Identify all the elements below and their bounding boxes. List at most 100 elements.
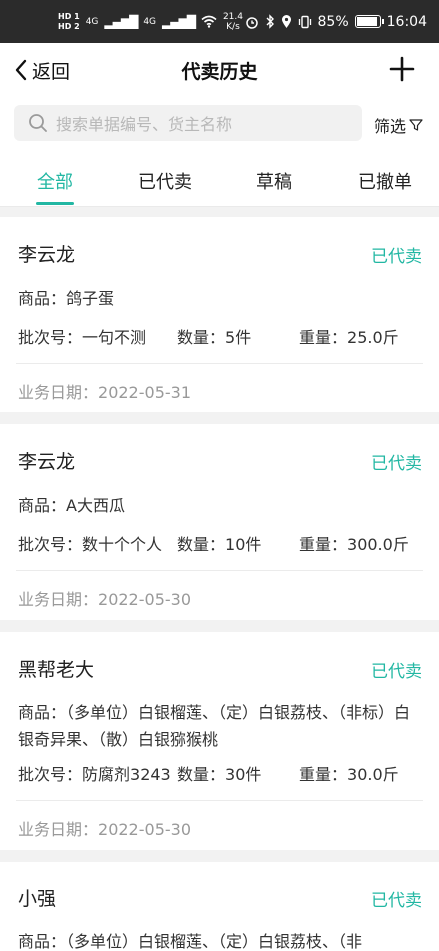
tab-draft[interactable]: 草稿 (256, 168, 292, 194)
weight-value: 300.0斤 (347, 535, 409, 554)
batch-value: 防腐剂3243 (82, 765, 171, 784)
status-left: HD 1 HD 2 4G ▂▄▆█ 4G ▂▄▆█ 21.4 K/s (58, 12, 243, 32)
qty-value: 10件 (225, 535, 262, 554)
add-button[interactable] (387, 54, 417, 84)
qty-value: 30件 (225, 765, 262, 784)
date-value: 2022-05-31 (98, 383, 191, 402)
product-value: 鸽子蛋 (66, 289, 115, 308)
qty-label: 数量： (177, 328, 226, 347)
batch-value: 数十个个人 (82, 535, 163, 554)
hd-indicator: HD 1 HD 2 (58, 12, 80, 32)
product-line: 商品：（多单位）白银榴莲、（定）白银荔枝、（非 (18, 928, 421, 951)
record-card[interactable]: 黑帮老大 已代卖 商品：（多单位）白银榴莲、（定）白银荔枝、（非标）白银奇异果、… (0, 632, 439, 850)
qty-line: 数量：30件 (177, 761, 261, 785)
product-label: 商品： (18, 496, 67, 515)
product-label: 商品： (18, 289, 67, 308)
status-badge: 已代卖 (371, 662, 422, 682)
product-line: 商品：鸽子蛋 (18, 285, 421, 312)
qty-line: 数量：5件 (177, 324, 251, 348)
date-line: 业务日期：2022-05-30 (18, 586, 191, 610)
chevron-left-icon (15, 59, 27, 81)
qty-value: 5件 (225, 328, 252, 347)
date-value: 2022-05-30 (98, 820, 191, 839)
search-row: 搜索单据编号、货主名称 筛选 (0, 97, 439, 151)
date-label: 业务日期： (18, 820, 99, 839)
location-icon (281, 15, 291, 28)
weight-value: 25.0斤 (347, 328, 399, 347)
search-icon (29, 114, 47, 132)
owner-name: 黑帮老大 (18, 659, 95, 681)
status-bar: HD 1 HD 2 4G ▂▄▆█ 4G ▂▄▆█ 21.4 K/s 85% 1… (0, 0, 439, 43)
owner-name: 小强 (18, 888, 57, 910)
wifi-icon (201, 15, 217, 28)
weight-label: 重量： (299, 535, 348, 554)
net-speed-value: 21.4 (222, 11, 243, 22)
hd-2-label: HD 2 (58, 21, 80, 31)
qty-label: 数量： (177, 765, 226, 784)
status-badge: 已代卖 (371, 247, 422, 267)
record-card[interactable]: 小强 已代卖 商品：（多单位）白银榴莲、（定）白银荔枝、（非 (0, 862, 439, 951)
product-value: A大西瓜 (66, 496, 125, 515)
date-label: 业务日期： (18, 590, 99, 609)
filter-label: 筛选 (374, 117, 407, 136)
filter-icon (409, 119, 423, 131)
batch-label: 批次号： (18, 328, 83, 347)
record-card[interactable]: 李云龙 已代卖 商品：A大西瓜 批次号：数十个个人 数量：10件 重量：300.… (0, 424, 439, 620)
product-line: 商品：A大西瓜 (18, 492, 421, 519)
vibrate-icon (298, 15, 311, 28)
weight-line: 重量：30.0斤 (299, 761, 399, 785)
batch-line: 批次号：数十个个人 (18, 531, 162, 555)
nav-bar: 返回 代卖历史 (0, 43, 439, 97)
tab-withdrawn[interactable]: 已撤单 (358, 168, 412, 194)
record-card[interactable]: 李云龙 已代卖 商品：鸽子蛋 批次号：一句不测 数量：5件 重量：25.0斤 业… (0, 217, 439, 412)
filter-button[interactable]: 筛选 (374, 113, 423, 137)
weight-line: 重量：300.0斤 (299, 531, 409, 555)
owner-name: 李云龙 (18, 244, 76, 266)
signal-2-icon: ▂▄▆█ (162, 14, 196, 29)
back-button[interactable]: 返回 (14, 43, 70, 97)
weight-label: 重量： (299, 765, 348, 784)
owner-name: 李云龙 (18, 451, 76, 473)
divider (16, 800, 423, 801)
qty-label: 数量： (177, 535, 226, 554)
qty-line: 数量：10件 (177, 531, 261, 555)
batch-label: 批次号： (18, 535, 83, 554)
divider (16, 570, 423, 571)
bluetooth-icon (266, 14, 274, 29)
status-badge: 已代卖 (371, 454, 422, 474)
batch-line: 批次号：防腐剂3243 (18, 761, 171, 785)
product-line: 商品：（多单位）白银榴莲、（定）白银荔枝、（非标）白银奇异果、（散）白银猕猴桃 (18, 699, 421, 753)
network-1-label: 4G (85, 16, 99, 27)
product-label: 商品： (18, 932, 67, 951)
date-value: 2022-05-30 (98, 590, 191, 609)
date-line: 业务日期：2022-05-31 (18, 379, 191, 403)
product-label: 商品： (18, 703, 67, 722)
clock-time: 16:04 (386, 13, 427, 30)
weight-line: 重量：25.0斤 (299, 324, 399, 348)
batch-value: 一句不测 (82, 328, 147, 347)
tab-active-indicator (36, 202, 74, 205)
batch-label: 批次号： (18, 765, 83, 784)
date-label: 业务日期： (18, 383, 99, 402)
net-speed-unit: K/s (226, 21, 240, 32)
net-speed: 21.4 K/s (223, 12, 243, 32)
alarm-icon (245, 16, 258, 29)
tab-sold[interactable]: 已代卖 (138, 168, 192, 194)
product-value: （多单位）白银榴莲、（定）白银荔枝、（非 (66, 932, 363, 951)
status-right: 85% 16:04 (245, 14, 427, 30)
divider (16, 363, 423, 364)
date-line: 业务日期：2022-05-30 (18, 816, 191, 840)
network-2-label: 4G (143, 16, 157, 27)
tab-all[interactable]: 全部 (37, 168, 73, 194)
product-value: （多单位）白银榴莲、（定）白银荔枝、（非标）白银奇异果、（散）白银猕猴桃 (18, 703, 411, 749)
weight-label: 重量： (299, 328, 348, 347)
battery-icon (354, 15, 384, 28)
search-placeholder: 搜索单据编号、货主名称 (56, 115, 233, 134)
hd-1-label: HD 1 (58, 11, 80, 21)
tab-bar: 全部 已代卖 草稿 已撤单 (0, 151, 439, 207)
search-input[interactable]: 搜索单据编号、货主名称 (14, 105, 362, 141)
batch-line: 批次号：一句不测 (18, 324, 146, 348)
signal-1-icon: ▂▄▆█ (104, 14, 138, 29)
back-label: 返回 (32, 60, 71, 83)
status-badge: 已代卖 (371, 891, 422, 911)
